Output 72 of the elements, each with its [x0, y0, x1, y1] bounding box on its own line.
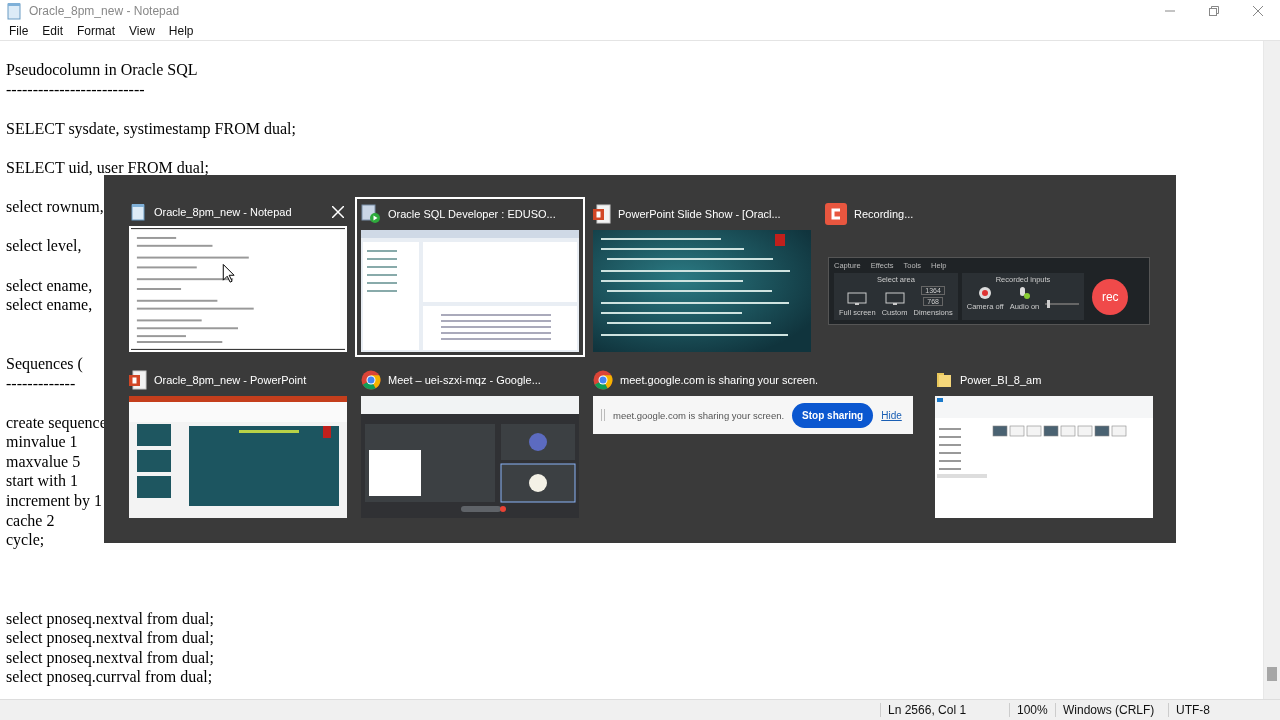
restore-icon: [1209, 6, 1219, 16]
camera-icon: [978, 286, 993, 300]
text-line: cycle;: [6, 531, 45, 549]
menu-item[interactable]: Format: [76, 24, 117, 38]
browser-icon: [361, 370, 381, 390]
window-card-title: Power_BI_8_am: [960, 374, 1042, 386]
monitor-icon: [847, 292, 868, 306]
monitor-icon: [884, 292, 905, 306]
window-card[interactable]: Oracle SQL Developer : EDUSO...: [355, 197, 585, 357]
text-line: cache 2: [6, 511, 55, 529]
window-card[interactable]: meet.google.com is sharing your screen. meet.google.com is sharing your screen. Stop sharing Hide: [587, 363, 927, 523]
text-line: increment by 1: [6, 492, 102, 510]
menu-item[interactable]: Edit: [41, 24, 65, 38]
text-line: minvalue 1: [6, 433, 78, 451]
text-line: SELECT sysdate, systimestamp FROM dual;: [6, 119, 296, 137]
status-item: UTF-8: [1168, 703, 1248, 717]
window-card[interactable]: Oracle_8pm_new - Notepad: [123, 197, 353, 357]
menu-item[interactable]: View: [128, 24, 156, 38]
slides-icon: [593, 204, 611, 224]
text-line: select level,: [6, 237, 82, 255]
microphone-icon: [1017, 286, 1032, 300]
text-line: select rownum,: [6, 198, 104, 216]
folder-icon: [935, 370, 953, 390]
text-line: select ename,: [6, 276, 93, 294]
status-item: Windows (CRLF): [1055, 703, 1168, 717]
database-icon: [361, 204, 381, 224]
scrollbar-thumb[interactable]: [1267, 667, 1277, 681]
text-line: maxvalue 5: [6, 452, 81, 470]
text-line: select pnoseq.nextval from dual;: [6, 629, 214, 647]
window-card-title: PowerPoint Slide Show - [Oracl...: [618, 208, 781, 220]
close-icon: [1253, 6, 1263, 16]
notepad-icon: [129, 203, 147, 221]
window-card-title: Oracle SQL Developer : EDUSO...: [388, 208, 556, 220]
recorder-icon: [825, 203, 847, 225]
window-card[interactable]: PowerPoint Slide Show - [Oracl...: [587, 197, 817, 357]
close-button[interactable]: [329, 203, 347, 221]
slides-icon: [129, 370, 147, 390]
window-card-title: meet.google.com is sharing your screen.: [620, 374, 819, 386]
window-card-title: Meet – uei-szxi-mqz - Google...: [388, 374, 541, 386]
stop-sharing-button[interactable]: Stop sharing: [792, 402, 874, 428]
text-line: select pnoseq.currval from dual;: [6, 668, 213, 686]
browser-icon: [593, 370, 613, 390]
slide-preview-drawing[interactable]: [593, 230, 811, 352]
menu-item[interactable]: Help: [167, 24, 195, 38]
text-line: Pseudocolumn in Oracle SQL: [6, 61, 198, 78]
hide-link[interactable]: Hide: [881, 409, 902, 421]
close-icon: [332, 206, 344, 218]
window-card[interactable]: Meet – uei-szxi-mqz - Google...: [355, 363, 585, 523]
drag-handle-icon: [601, 409, 605, 421]
text-line: -------------: [6, 374, 76, 392]
text-line: select ename,: [6, 296, 93, 314]
text-line: SELECT uid, user FROM dual;: [6, 158, 209, 176]
window-card[interactable]: Oracle_8pm_new - PowerPoint: [123, 363, 353, 523]
window-card[interactable]: Power_BI_8_am: [929, 363, 1159, 523]
text-line: select pnoseq.nextval from dual;: [6, 648, 214, 666]
text-line: select pnoseq.nextval from dual;: [6, 609, 214, 627]
record-button[interactable]: rec: [1092, 278, 1129, 315]
window-card-title: Recording...: [854, 208, 914, 220]
notepad-icon: [5, 2, 23, 20]
text-line: Sequences (: [6, 354, 83, 372]
sharing-message: meet.google.com is sharing your screen.: [613, 409, 785, 421]
text-line: start with 1: [6, 472, 78, 490]
status-item: Ln 2566, Col 1: [880, 703, 1009, 717]
status-item: 100%: [1009, 703, 1055, 717]
volume-meter-drawing: [1045, 297, 1080, 311]
text-line: --------------------------: [6, 80, 145, 98]
menu-item[interactable]: File: [8, 24, 30, 38]
window-preview-drawing[interactable]: [129, 396, 347, 518]
window-card-title: Oracle_8pm_new - PowerPoint: [154, 374, 307, 386]
window-preview-drawing[interactable]: [361, 396, 579, 518]
window-title: Oracle_8pm_new - Notepad: [29, 4, 180, 18]
window-card-title: Oracle_8pm_new - Notepad: [154, 206, 292, 218]
